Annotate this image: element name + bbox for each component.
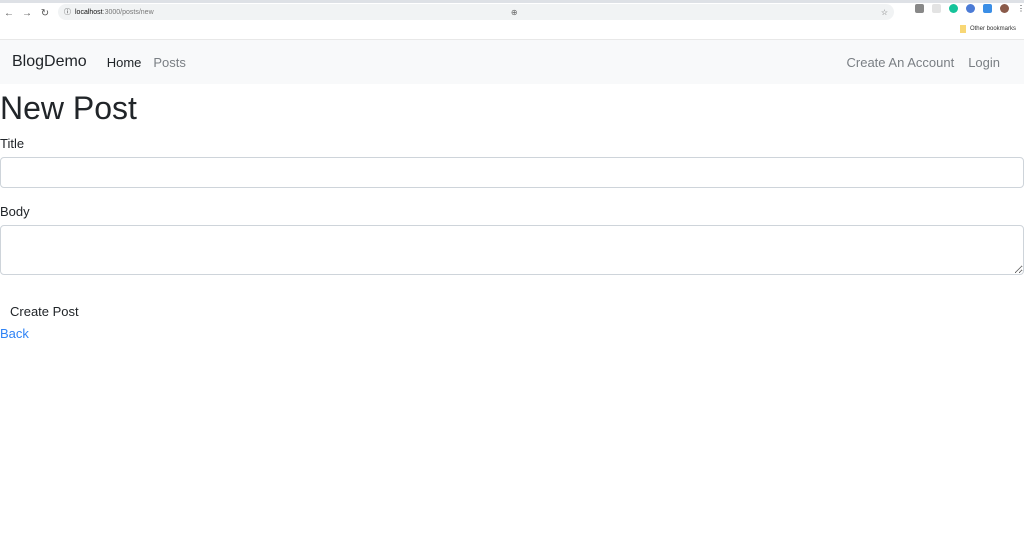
body-label: Body <box>0 204 30 219</box>
url-path: :3000/posts/new <box>102 8 154 16</box>
forward-arrow-icon[interactable]: → <box>18 8 36 19</box>
extension-icon[interactable] <box>932 4 941 13</box>
brand[interactable]: BlogDemo <box>12 53 87 71</box>
navbar: BlogDemo Home Posts Create An Account Lo… <box>0 40 1024 84</box>
page-title: New Post <box>0 90 137 126</box>
menu-icon[interactable]: ⋮ <box>1017 4 1024 13</box>
body-textarea[interactable] <box>0 225 1024 275</box>
back-link[interactable]: Back <box>0 326 1024 341</box>
create-post-button[interactable]: Create Post <box>0 302 89 320</box>
tab-strip <box>0 0 1024 3</box>
folder-icon <box>959 25 966 33</box>
nav-login[interactable]: Login <box>968 55 1000 70</box>
title-input[interactable] <box>0 157 1024 188</box>
extension-icon[interactable] <box>915 4 924 13</box>
grammarly-icon[interactable] <box>949 4 958 13</box>
address-bar[interactable]: ⓘ localhost:3000/posts/new ⊕ ☆ <box>58 4 894 20</box>
avatar[interactable] <box>1000 4 1009 13</box>
nav-posts[interactable]: Posts <box>153 55 186 70</box>
zoom-icon[interactable]: ⊕ <box>511 8 518 17</box>
nav-home[interactable]: Home <box>107 55 142 70</box>
url-host: localhost <box>75 8 103 16</box>
iq-icon[interactable] <box>983 4 992 13</box>
back-arrow-icon[interactable]: ← <box>0 8 18 19</box>
nav-create-account[interactable]: Create An Account <box>847 55 955 70</box>
extension-icon[interactable] <box>966 4 975 13</box>
star-icon[interactable]: ☆ <box>881 8 888 17</box>
title-label: Title <box>0 136 25 151</box>
browser-chrome: ← → ↻ ⓘ localhost:3000/posts/new ⊕ ☆ ⋮ O… <box>0 0 1024 40</box>
reload-icon[interactable]: ↻ <box>36 8 54 19</box>
other-bookmarks[interactable]: Other bookmarks <box>959 25 1016 33</box>
info-icon: ⓘ <box>64 9 71 16</box>
bookmarks-label: Other bookmarks <box>969 26 1016 32</box>
